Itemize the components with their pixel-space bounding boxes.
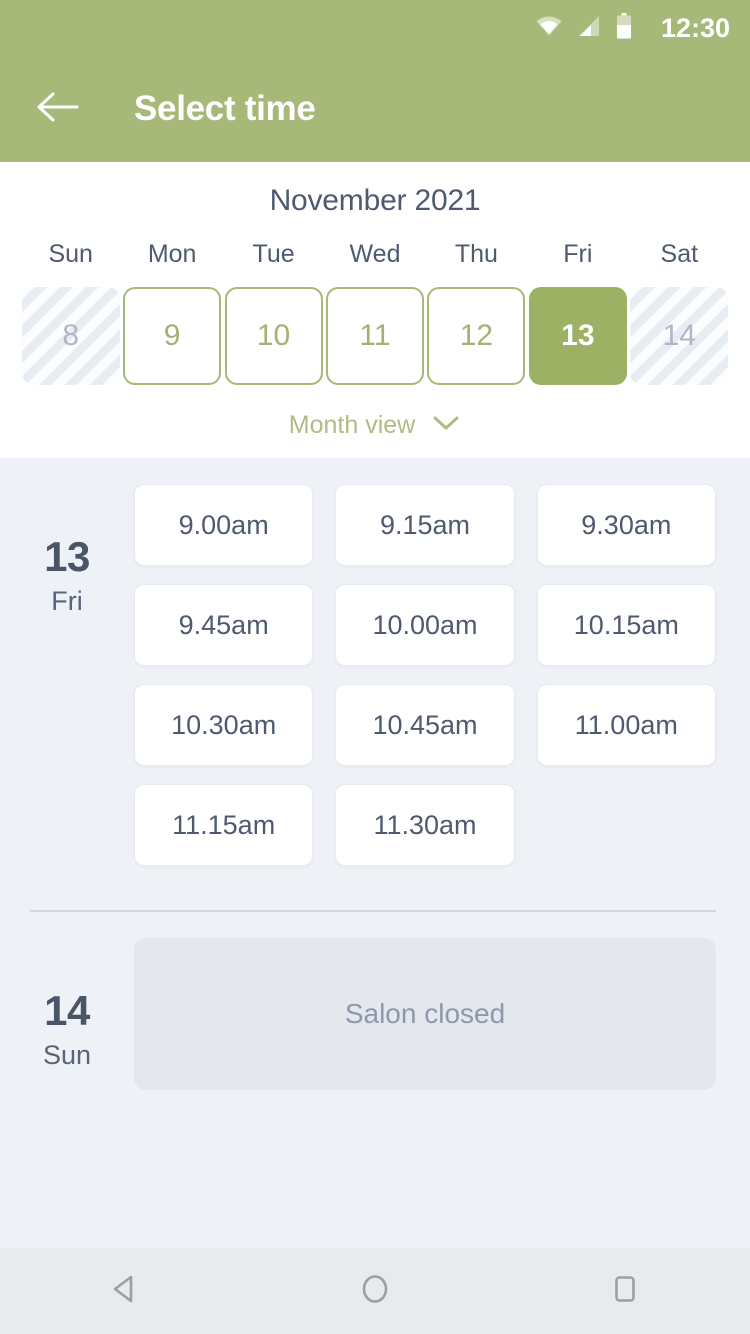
calendar-days-row: 8 9 10 11 12 13 14 (0, 287, 750, 385)
chevron-down-icon (431, 414, 461, 437)
nav-back-triangle-icon (108, 1272, 142, 1311)
day-cell-wrap: 8 (20, 287, 121, 385)
weekday-label: Sat (660, 240, 699, 268)
weekday-label: Sun (48, 240, 93, 268)
time-slot-placeholder (537, 784, 716, 866)
time-slot[interactable]: 10.30am (134, 684, 314, 766)
status-bar-clock: 12:30 (660, 12, 730, 43)
app-bar: Select time (0, 56, 750, 162)
weekday-label: Mon (147, 240, 197, 268)
day-section-weekday: Sun (42, 1040, 92, 1070)
cell-signal-icon (577, 15, 601, 42)
calendar-day-8: 8 (21, 287, 120, 385)
wifi-icon (536, 16, 562, 41)
nav-back-button[interactable] (70, 1248, 180, 1334)
salon-closed-banner: Salon closed (134, 938, 716, 1090)
battery-icon (616, 12, 632, 44)
day-cell-wrap: 11 (324, 287, 425, 385)
calendar-weekday-row: Sun Mon Tue Wed Thu Fri Sat (0, 240, 750, 287)
nav-home-button[interactable] (320, 1248, 430, 1334)
time-slot[interactable]: 9.00am (134, 484, 314, 566)
day-cell-wrap: 10 (223, 287, 324, 385)
day-section-weekday: Fri (51, 586, 83, 616)
day-section-number: 13 (44, 533, 90, 580)
weekday-label: Thu (454, 240, 498, 268)
time-slot[interactable]: 9.30am (536, 484, 716, 566)
time-slot[interactable]: 11.00am (536, 684, 716, 766)
time-slot[interactable]: 11.30am (335, 784, 515, 866)
nav-recents-square-icon (608, 1272, 642, 1311)
weekday-label: Tue (252, 240, 295, 268)
nav-recents-button[interactable] (570, 1248, 680, 1334)
day-cell-wrap: 14 (629, 287, 730, 385)
month-view-label: Month view (288, 411, 416, 439)
android-nav-bar (0, 1248, 750, 1334)
time-slot[interactable]: 9.15am (335, 484, 515, 566)
calendar-card: November 2021 Sun Mon Tue Wed Thu Fri Sa… (0, 162, 750, 458)
calendar-day-11[interactable]: 11 (325, 287, 424, 385)
nav-home-circle-icon (358, 1272, 392, 1311)
weekday-label: Fri (563, 240, 593, 268)
day-cell-wrap: 9 (121, 287, 222, 385)
time-slots-scroll-area[interactable]: 13 Fri 9.00am 9.15am 9.30am 9.45am 10.00… (0, 458, 750, 1248)
arrow-left-icon (37, 92, 79, 127)
day-section-label: 14 Sun (0, 938, 134, 1090)
calendar-day-14: 14 (630, 287, 729, 385)
time-slot-grid: 9.00am 9.15am 9.30am 9.45am 10.00am 10.1… (134, 484, 716, 866)
calendar-day-12[interactable]: 12 (427, 287, 526, 385)
status-bar-icons: 12:30 (536, 12, 730, 44)
time-slot[interactable]: 10.15am (536, 584, 716, 666)
day-section-number: 14 (44, 987, 90, 1034)
calendar-day-13-selected[interactable]: 13 (528, 287, 627, 385)
page-title: Select time (134, 89, 316, 128)
time-slot[interactable]: 10.00am (335, 584, 515, 666)
status-bar: 12:30 (0, 0, 750, 56)
day-cell-wrap: 12 (426, 287, 527, 385)
time-slot[interactable]: 10.45am (335, 684, 515, 766)
calendar-month-title: November 2021 (269, 184, 481, 217)
calendar-day-10[interactable]: 10 (224, 287, 323, 385)
calendar-day-9[interactable]: 9 (123, 287, 222, 385)
month-view-toggle[interactable]: Month view (0, 385, 750, 440)
day-section-label: 13 Fri (0, 484, 134, 866)
back-button[interactable] (30, 81, 86, 137)
day-cell-wrap: 13 (527, 287, 628, 385)
weekday-label: Wed (349, 240, 401, 268)
day-section-13: 13 Fri 9.00am 9.15am 9.30am 9.45am 10.00… (0, 458, 750, 866)
day-section-14: 14 Sun Salon closed (0, 912, 750, 1090)
phone-screen: 12:30 Select time November 2021 Sun Mon … (0, 0, 750, 1334)
time-slot[interactable]: 11.15am (134, 784, 314, 866)
time-slot[interactable]: 9.45am (134, 584, 314, 666)
